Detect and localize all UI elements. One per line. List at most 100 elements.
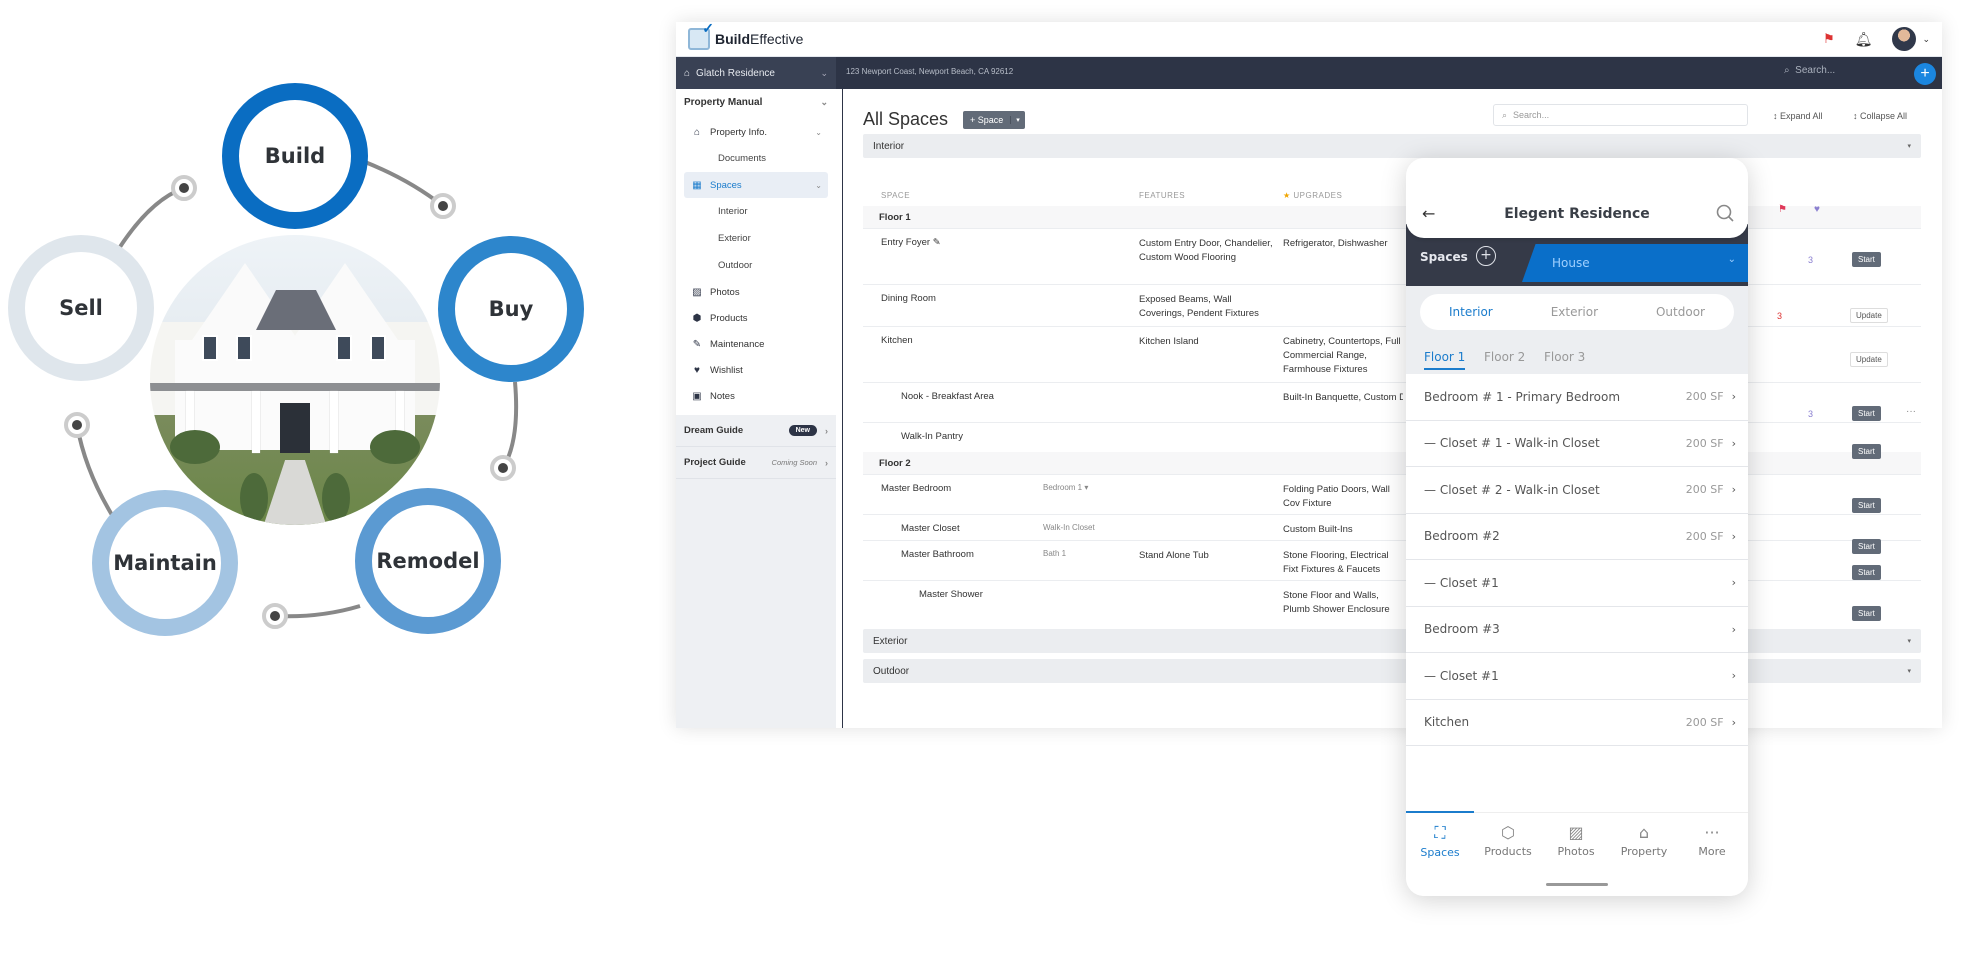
chevron-down-icon: ⌄ (815, 127, 822, 137)
add-button[interactable]: + (1914, 63, 1936, 85)
box-icon: ⬡ (1501, 823, 1515, 842)
list-item[interactable]: — Closet #1 › (1406, 560, 1748, 607)
search-placeholder: Search... (1513, 110, 1550, 120)
sidebar-item-products[interactable]: ⬢ Products (684, 305, 828, 331)
bell-icon[interactable]: 🔔︎ (1855, 31, 1873, 48)
stage-label: Buy (488, 297, 534, 321)
table-row[interactable]: Master Bathroom Bath 1 Stand Alone Tub S… (863, 540, 1921, 580)
coming-soon-label: Coming Soon (771, 458, 817, 467)
sidebar-subitem-exterior[interactable]: Exterior (684, 225, 828, 252)
space-name: Master Closet (901, 523, 960, 534)
space-type-select[interactable]: Bedroom 1 ▾ (1043, 483, 1088, 492)
sidebar-item-spaces[interactable]: ▦ Spaces ⌄ (684, 172, 828, 198)
expand-all-button[interactable]: ↕ Expand All (1773, 111, 1823, 121)
building-selector[interactable]: House ⌄ (1522, 244, 1748, 282)
space-label: — Closet # 1 - Walk-in Closet (1424, 436, 1600, 451)
sidebar-property-manual[interactable]: Property Manual ⌄ (676, 89, 836, 115)
table-row[interactable]: Nook - Breakfast Area Built-In Banquette… (863, 382, 1921, 422)
add-space-label: + Space (970, 115, 1004, 125)
floor-tab-3[interactable]: Floor 3 (1544, 350, 1585, 364)
table-row[interactable]: Walk-In Pantry (863, 422, 1921, 452)
floor-tab-1[interactable]: Floor 1 (1424, 350, 1466, 370)
column-header-features: FEATURES (1139, 191, 1186, 200)
add-space-button[interactable]: + Space ▾ (963, 111, 1025, 129)
space-upgrades: Cabinetry, Countertops, Full Commercial … (1283, 336, 1401, 375)
tab-more[interactable]: ··· More (1678, 823, 1746, 858)
chevron-right-icon: › (1731, 529, 1736, 543)
chevron-down-icon: ⌄ (820, 96, 828, 107)
section-outdoor[interactable]: Outdoor ▾ (863, 659, 1921, 683)
space-size: 200 SF (1685, 529, 1724, 543)
house-column (252, 391, 260, 453)
caret-down-icon[interactable]: ▾ (1010, 116, 1025, 124)
sidebar-item-wishlist[interactable]: ♥ Wishlist (684, 357, 828, 383)
tab-photos[interactable]: ▨ Photos (1542, 823, 1610, 858)
space-upgrades: Custom Built-Ins (1283, 524, 1353, 535)
sidebar-item-property-info[interactable]: ⌂ Property Info. ⌄ (684, 119, 828, 145)
section-exterior[interactable]: Exterior ▾ (863, 629, 1921, 653)
list-item[interactable]: Bedroom # 1 - Primary Bedroom 200 SF › (1406, 374, 1748, 421)
collapse-all-button[interactable]: ↕ Collapse All (1853, 111, 1907, 121)
house-photo (150, 235, 440, 525)
caret-down-icon: ▾ (1907, 638, 1911, 645)
sidebar-subitem-outdoor[interactable]: Outdoor (684, 252, 828, 279)
photo-icon: ▨ (1568, 823, 1584, 842)
segment-outdoor[interactable]: Outdoor (1656, 305, 1705, 319)
mobile-header: ← Elegent Residence (1406, 158, 1748, 238)
flag-icon[interactable]: ⚑ (1823, 31, 1835, 47)
sidebar-project-guide[interactable]: Project Guide Coming Soon › (676, 447, 836, 479)
list-item[interactable]: Kitchen 200 SF › (1406, 699, 1748, 746)
house-door (280, 403, 310, 453)
list-item[interactable]: — Closet #1 › (1406, 653, 1748, 700)
table-row[interactable]: Dining Room Exposed Beams, Wall Covering… (863, 284, 1921, 326)
space-name: Nook - Breakfast Area (901, 391, 994, 402)
sidebar-item-photos[interactable]: ▨ Photos (684, 279, 828, 305)
add-space-icon[interactable]: + (1476, 246, 1496, 266)
list-item[interactable]: Bedroom #3 › (1406, 606, 1748, 653)
segment-exterior[interactable]: Exterior (1551, 305, 1598, 319)
tab-products[interactable]: ⬡ Products (1474, 823, 1542, 858)
new-badge: New (788, 425, 817, 436)
space-name: Dining Room (881, 293, 936, 304)
table-row[interactable]: Entry Foyer ✎ Custom Entry Door, Chandel… (863, 228, 1921, 284)
sidebar-item-label: Maintenance (710, 338, 765, 350)
sidebar-item-notes[interactable]: ▣ Notes (684, 383, 828, 409)
table-row[interactable]: Master Bedroom Bedroom 1 ▾ Folding Patio… (863, 474, 1921, 514)
floorplan-icon: ▦ (692, 179, 702, 191)
tab-spaces[interactable]: ⛶ Spaces (1406, 823, 1474, 859)
space-upgrades: Refrigerator, Dishwasher (1283, 238, 1388, 249)
chevron-right-icon: › (1731, 669, 1736, 683)
sidebar-dream-guide[interactable]: Dream Guide New › (676, 415, 836, 447)
space-type: Walk-In Closet (1043, 523, 1095, 532)
sidebar-subitem-documents[interactable]: Documents (684, 145, 828, 172)
page-title: All Spaces (863, 109, 949, 129)
sidebar-subitem-interior[interactable]: Interior (684, 198, 828, 225)
chevron-down-icon[interactable]: ⌄ (1922, 34, 1930, 45)
sidebar-item-maintenance[interactable]: ✎ Maintenance (684, 331, 828, 357)
segment-interior[interactable]: Interior (1449, 305, 1493, 319)
table-row[interactable]: Master Closet Walk-In Closet Custom Buil… (863, 514, 1921, 540)
brand-logo[interactable]: BuildEffective (688, 20, 803, 50)
mobile-tab-bar: ⛶ Spaces ⬡ Products ▨ Photos ⌂ Property ··· M… (1406, 811, 1748, 896)
property-selector[interactable]: ⌂ Glatch Residence ⌄ (676, 57, 836, 89)
sidebar-item-label: Wishlist (710, 364, 743, 376)
space-size: 200 SF (1685, 483, 1724, 497)
list-item[interactable]: Bedroom #2 200 SF › (1406, 513, 1748, 560)
stage-label: Build (264, 144, 326, 168)
desktop-app-window: BuildEffective ⚑ 🔔︎ ⌄ ⌂ Glatch Residence… (676, 20, 1942, 728)
property-address: 123 Newport Coast, Newport Beach, CA 926… (846, 67, 1014, 76)
table-row[interactable]: Master Shower Stone Floor and Walls, Plu… (863, 580, 1921, 624)
table-row[interactable]: Kitchen Kitchen Island Cabinetry, Counte… (863, 326, 1921, 382)
section-interior[interactable]: Interior ▾ (863, 134, 1921, 158)
list-item[interactable]: — Closet # 2 - Walk-in Closet 200 SF › (1406, 467, 1748, 514)
search-icon[interactable] (1716, 204, 1734, 226)
search-icon: ⌕ (1502, 109, 1508, 120)
space-name: Kitchen (881, 335, 913, 346)
space-label: Bedroom #2 (1424, 529, 1500, 544)
spaces-search-input[interactable]: ⌕ Search... (1493, 104, 1748, 126)
tab-property[interactable]: ⌂ Property (1610, 823, 1678, 858)
user-avatar[interactable] (1892, 27, 1917, 51)
list-item[interactable]: — Closet # 1 - Walk-in Closet 200 SF › (1406, 420, 1748, 467)
floor-tab-2[interactable]: Floor 2 (1484, 350, 1525, 364)
nav-search-input[interactable]: ⌕ Search... (1784, 65, 1835, 76)
